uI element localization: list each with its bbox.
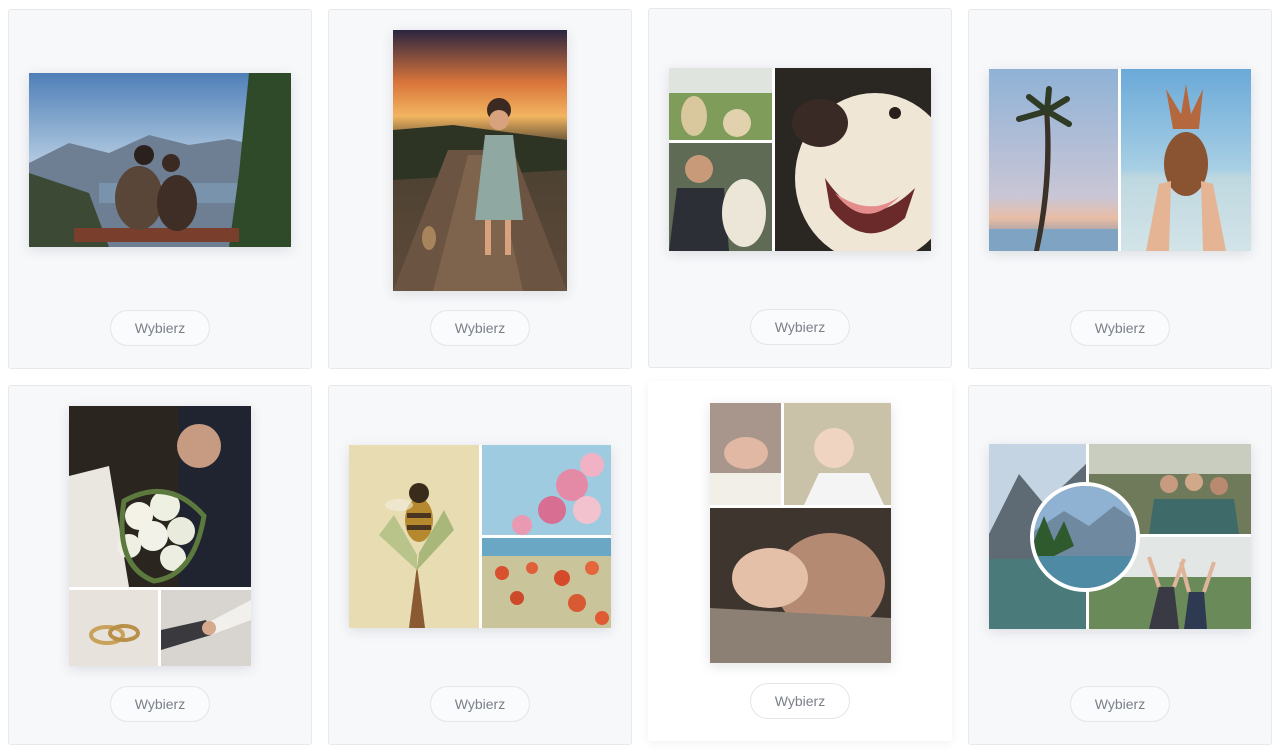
photo-dog-closeup xyxy=(775,68,931,251)
template-card-2[interactable]: Wybierz xyxy=(328,9,632,369)
select-button[interactable]: Wybierz xyxy=(750,309,850,345)
photo-bee-on-bud xyxy=(349,445,479,628)
photo-man-with-dog xyxy=(669,143,772,251)
template-preview xyxy=(393,30,567,291)
template-card-8[interactable]: Wybierz xyxy=(968,385,1272,745)
template-card-1[interactable]: Wybierz xyxy=(8,9,312,369)
photo-father-with-newborn xyxy=(710,508,891,663)
photo-holding-hands xyxy=(161,590,251,666)
template-card-6[interactable]: Wybierz xyxy=(328,385,632,745)
photo-wedding-rings xyxy=(69,590,158,666)
select-button[interactable]: Wybierz xyxy=(110,686,210,722)
photo-red-poppies xyxy=(482,538,611,628)
photo-bride-groom-bouquet xyxy=(69,406,251,587)
select-button[interactable]: Wybierz xyxy=(1070,686,1170,722)
template-preview xyxy=(989,444,1251,629)
template-preview xyxy=(710,403,891,663)
select-button[interactable]: Wybierz xyxy=(750,683,850,719)
photo-couple-mountain-view xyxy=(29,73,291,247)
photo-hands-holding-pineapple xyxy=(1121,69,1251,251)
select-button[interactable]: Wybierz xyxy=(110,310,210,346)
select-button[interactable]: Wybierz xyxy=(430,686,530,722)
template-card-4[interactable]: Wybierz xyxy=(968,9,1272,369)
select-button[interactable]: Wybierz xyxy=(430,310,530,346)
photo-baby-on-fur xyxy=(784,403,891,505)
photo-palm-tree-beach xyxy=(989,69,1118,251)
template-preview xyxy=(69,406,251,666)
template-preview xyxy=(669,68,931,251)
template-preview xyxy=(989,69,1251,251)
photo-baby-feet xyxy=(710,403,781,505)
template-preview xyxy=(29,73,291,247)
photo-two-dogs-field xyxy=(669,68,772,140)
template-card-5[interactable]: Wybierz xyxy=(8,385,312,745)
select-button[interactable]: Wybierz xyxy=(1070,310,1170,346)
template-card-7[interactable]: Wybierz xyxy=(648,381,952,741)
photo-girl-on-road xyxy=(393,30,567,291)
photo-pink-blossoms xyxy=(482,445,611,535)
photo-forest-lake-circle xyxy=(1030,482,1140,592)
template-preview xyxy=(349,445,611,628)
template-card-3[interactable]: Wybierz xyxy=(648,8,952,368)
